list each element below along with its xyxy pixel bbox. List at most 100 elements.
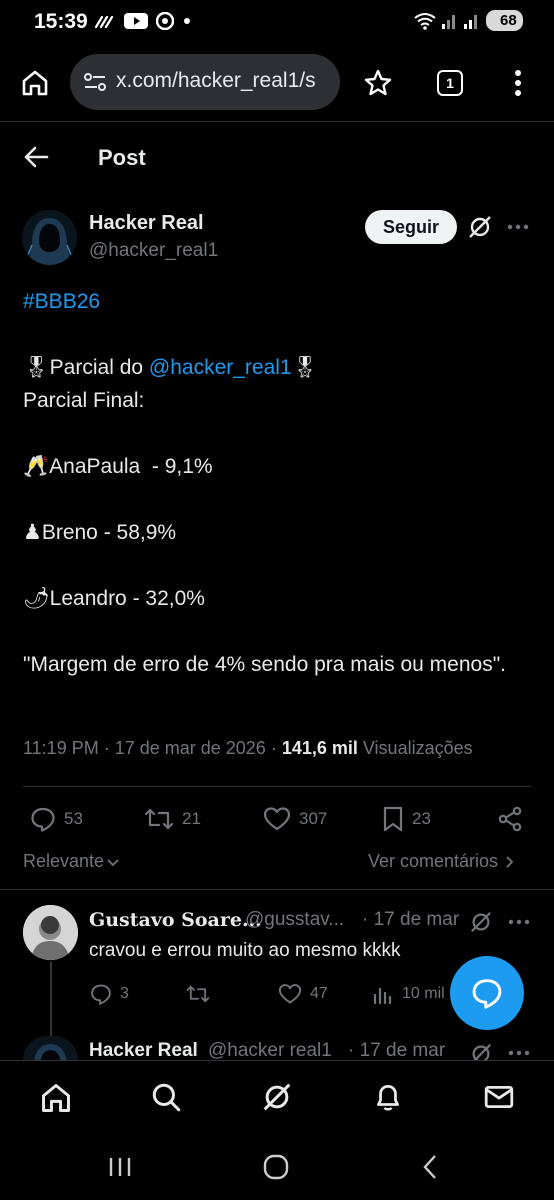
grok-icon	[263, 1083, 291, 1111]
reply-more-button[interactable]	[508, 915, 530, 929]
status-time: 15:39	[34, 10, 88, 33]
reply-2-header: Hacker Real @hacker real1 · 17 de mar	[0, 1036, 554, 1060]
child-photo-icon	[23, 905, 78, 960]
nav-grok[interactable]	[261, 1081, 293, 1113]
back-button[interactable]	[23, 144, 49, 170]
reply-author-name[interactable]: Gustavo Soare...	[89, 909, 262, 931]
final-partial-line: Parcial Final:	[23, 389, 145, 412]
browser-menu-button[interactable]	[512, 68, 524, 98]
youtube-icon	[124, 13, 148, 29]
home-icon	[22, 70, 48, 96]
reply-grok-button[interactable]	[469, 910, 493, 934]
candidate-3-line: Leandro - 32,0%	[49, 587, 205, 610]
chrome-icon	[156, 12, 174, 30]
sort-label: Relevante	[23, 851, 105, 871]
tab-switcher-button[interactable]: 1	[437, 70, 463, 96]
site-settings-icon	[84, 73, 106, 91]
divider	[0, 889, 554, 890]
browser-toolbar: x.com/hacker_real1/s 1	[0, 46, 554, 122]
cell-signal-2-icon	[464, 14, 477, 29]
battery-indicator: 68	[486, 10, 523, 31]
reply-repost-button[interactable]	[186, 983, 210, 1005]
wifi-icon	[414, 12, 436, 30]
repost-button[interactable]: 21	[144, 806, 201, 832]
see-comments-label: Ver comentários	[368, 851, 499, 871]
repost-icon	[144, 808, 174, 830]
reply-author-handle[interactable]: @gusstav...	[245, 909, 344, 931]
partial-line-prefix: Parcial do	[49, 356, 149, 379]
divider	[23, 786, 531, 787]
nav-home[interactable]	[39, 1081, 73, 1115]
nav-search[interactable]	[150, 1081, 182, 1113]
compose-reply-fab[interactable]	[450, 956, 524, 1030]
author-handle[interactable]: @hacker_real1	[89, 240, 218, 262]
recent-apps-button[interactable]	[108, 1156, 132, 1178]
back-chevron-icon	[423, 1155, 436, 1179]
reply-reply-button[interactable]: 3	[90, 983, 129, 1005]
heart-icon	[263, 807, 291, 831]
home-button[interactable]	[20, 68, 50, 98]
reply-2-author-name[interactable]: Hacker Real	[89, 1040, 198, 1060]
share-button[interactable]	[497, 806, 523, 832]
signal-waves-icon	[94, 15, 114, 29]
chili-pepper-emoji-icon: 🌶	[23, 587, 50, 610]
bell-icon	[377, 1084, 399, 1111]
post-meta: 11:19 PM · 17 de mar de 2026 · 141,6 mil…	[23, 738, 473, 759]
share-icon	[498, 806, 522, 832]
bookmark-button[interactable]: 23	[382, 806, 431, 832]
address-bar[interactable]: x.com/hacker_real1/s	[70, 54, 340, 110]
post-timestamp[interactable]: 11:19 PM · 17 de mar de 2026 ·	[23, 738, 282, 758]
reply-text: cravou e errou muito ao mesmo kkkk	[89, 940, 401, 961]
page-title: Post	[98, 145, 146, 170]
url-text: x.com/hacker_real1/s	[116, 69, 316, 92]
status-bar: 15:39 68	[0, 0, 554, 46]
reply-avatar[interactable]	[23, 905, 78, 960]
reply-button[interactable]: 53	[30, 806, 83, 832]
chevron-down-icon	[107, 858, 119, 866]
bookmark-star-button[interactable]	[363, 68, 393, 98]
more-horizontal-icon	[508, 1050, 530, 1056]
more-vertical-icon	[515, 70, 521, 96]
reply-date[interactable]: · 17 de mar	[362, 909, 459, 931]
sort-dropdown[interactable]: Relevante	[23, 851, 120, 872]
closing-line: "Margem de erro de 4% sendo pra mais ou …	[23, 653, 506, 676]
see-comments-link[interactable]: Ver comentários	[368, 851, 514, 872]
repost-count: 21	[182, 809, 201, 828]
repost-icon	[186, 985, 210, 1003]
clinking-glasses-emoji-icon: 🥂	[23, 455, 50, 478]
reply-reply-count: 3	[120, 985, 129, 1002]
nav-notifications[interactable]	[372, 1081, 404, 1113]
post-text: #BBB26 🎖Parcial do @hacker_real1🎖 Parcia…	[23, 285, 523, 681]
author-name[interactable]: Hacker Real	[89, 212, 204, 235]
status-right-icons: 68	[414, 10, 523, 31]
post-more-button[interactable]	[507, 220, 529, 234]
bottom-nav	[0, 1060, 554, 1134]
views-label: Visualizações	[357, 738, 473, 758]
grok-icon	[472, 1043, 492, 1060]
candidate-1-line: AnaPaula - 9,1%	[49, 455, 213, 478]
like-count: 307	[299, 809, 328, 828]
mention-link[interactable]: @hacker_real1	[149, 356, 292, 379]
reply-like-button[interactable]: 47	[278, 983, 328, 1005]
star-icon	[364, 69, 392, 96]
chat-bubble-icon	[472, 979, 502, 1009]
nav-messages[interactable]	[483, 1081, 515, 1113]
reply-like-count: 47	[310, 985, 328, 1002]
medal-emoji-icon-2: 🎖	[291, 356, 319, 379]
arrow-left-icon	[24, 146, 49, 168]
back-system-button[interactable]	[421, 1154, 439, 1180]
grok-button[interactable]	[467, 214, 493, 240]
hashtag-link[interactable]: #BBB26	[23, 290, 100, 313]
follow-button[interactable]: Seguir	[365, 210, 457, 244]
status-left-icons	[94, 12, 192, 30]
chevron-right-icon	[506, 855, 514, 868]
reply-views-button[interactable]: 10 mil	[372, 983, 445, 1005]
like-button[interactable]: 307	[263, 806, 327, 832]
battery-level: 68	[500, 12, 517, 29]
author-avatar[interactable]	[22, 210, 77, 265]
cell-signal-icon	[442, 14, 455, 29]
reply-2-date[interactable]: · 17 de mar	[348, 1040, 445, 1060]
circle-home-icon	[263, 1154, 289, 1180]
home-system-button[interactable]	[263, 1154, 289, 1180]
reply-2-author-handle[interactable]: @hacker real1	[208, 1040, 332, 1060]
